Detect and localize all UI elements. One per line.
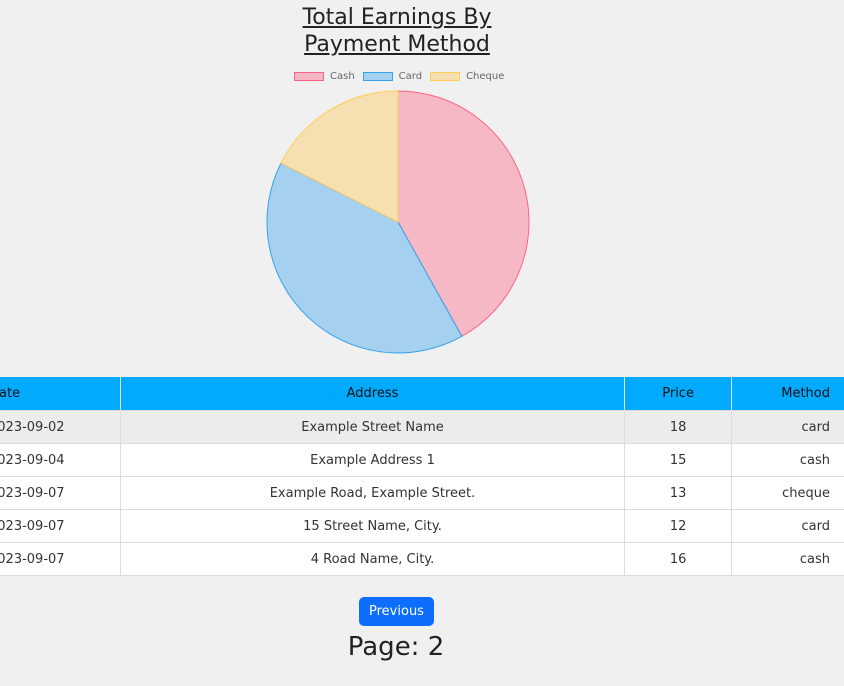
chart-legend: Cash Card Cheque <box>294 71 512 82</box>
column-header-price[interactable]: Price <box>624 377 732 411</box>
cell-price: 13 <box>624 476 732 510</box>
legend-item-cheque[interactable]: Cheque <box>430 71 504 82</box>
legend-item-card[interactable]: Card <box>362 71 423 82</box>
legend-label-cash: Cash <box>330 71 355 82</box>
page-indicator: Page: 2 <box>347 632 445 662</box>
cell-method: card <box>731 509 844 543</box>
cell-date: 2023-09-07 <box>0 542 121 576</box>
earnings-page: Total Earnings By Payment Method Cash Ca… <box>0 0 844 686</box>
table-row: 2023-09-02 Example Street Name 18 card <box>0 410 844 444</box>
legend-item-cash[interactable]: Cash <box>294 71 355 82</box>
table-header-row: Date Address Price Method <box>0 377 844 411</box>
cell-price: 18 <box>624 410 732 444</box>
column-header-date[interactable]: Date <box>0 377 121 411</box>
legend-label-card: Card <box>398 71 423 82</box>
cell-price: 15 <box>624 443 732 477</box>
chart-title: Total Earnings By Payment Method <box>302 5 492 57</box>
cell-date: 2023-09-02 <box>0 410 121 444</box>
column-header-address[interactable]: Address <box>119 377 625 411</box>
table-row: 2023-09-07 Example Road, Example Street.… <box>0 476 844 510</box>
cell-method: cash <box>731 542 844 576</box>
cell-address: Example Street Name <box>119 410 625 444</box>
legend-label-cheque: Cheque <box>466 71 505 82</box>
legend-swatch-cash <box>294 72 324 81</box>
cell-date: 2023-09-07 <box>0 509 121 543</box>
cell-address: 15 Street Name, City. <box>119 509 625 543</box>
cell-date: 2023-09-07 <box>0 476 121 510</box>
previous-button[interactable]: Previous <box>359 597 434 626</box>
legend-swatch-card <box>362 72 393 81</box>
cell-address: Example Road, Example Street. <box>119 476 625 510</box>
cell-price: 12 <box>624 509 732 543</box>
table-row: 2023-09-04 Example Address 1 15 cash <box>0 443 844 477</box>
cell-method: cheque <box>731 476 844 510</box>
pie-chart <box>266 90 530 354</box>
cell-date: 2023-09-04 <box>0 443 121 477</box>
cell-address: Example Address 1 <box>119 443 625 477</box>
table-row: 2023-09-07 4 Road Name, City. 16 cash <box>0 542 844 576</box>
cell-address: 4 Road Name, City. <box>119 542 625 576</box>
cell-method: cash <box>731 443 844 477</box>
table-row: 2023-09-07 15 Street Name, City. 12 card <box>0 509 844 543</box>
cell-method: card <box>731 410 844 444</box>
legend-swatch-cheque <box>430 72 461 81</box>
column-header-method[interactable]: Method <box>731 377 844 411</box>
cell-price: 16 <box>624 542 732 576</box>
earnings-table: Date Address Price Method 2023-09-02 Exa… <box>0 377 844 576</box>
